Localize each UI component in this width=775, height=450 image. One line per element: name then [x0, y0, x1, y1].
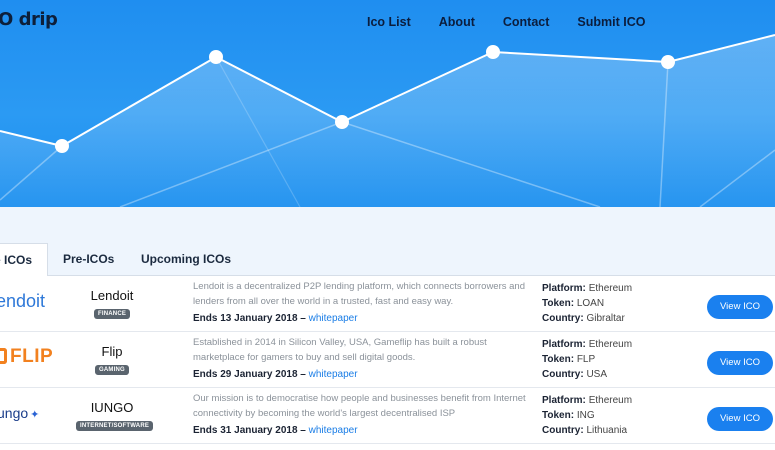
- ico-end-date: Ends 31 January 2018 – whitepaper: [193, 425, 358, 436]
- hero-line-graphic: [0, 34, 775, 207]
- ico-meta: Platform: Ethereum Token: ING Country: L…: [542, 395, 633, 436]
- ico-row-iungo: ungo ✦ IUNGO INTERNET/SOFTWARE Our missio…: [0, 388, 775, 444]
- whitepaper-link[interactable]: whitepaper: [309, 425, 358, 436]
- flip-logo: FLIP: [0, 346, 53, 368]
- hero-point: [486, 45, 500, 59]
- view-ico-button[interactable]: View ICO: [707, 295, 773, 319]
- tab-pre-icos[interactable]: Pre-ICOs: [63, 243, 126, 276]
- flip-hex-icon: [0, 348, 7, 364]
- ico-name: IUNGO: [90, 400, 134, 415]
- view-ico-button[interactable]: View ICO: [707, 407, 773, 431]
- iungo-logo: ungo ✦: [0, 405, 40, 421]
- ico-row-lendoit: endoit Lendoit FINANCE Lendoit is a dece…: [0, 276, 775, 332]
- ico-description: Our mission is to democratise how people…: [193, 393, 526, 419]
- ico-name: Flip: [101, 344, 123, 359]
- hero-point: [55, 139, 69, 153]
- hero-point: [335, 115, 349, 129]
- category-badge: INTERNET/SOFTWARE: [76, 421, 154, 431]
- ico-meta: Platform: Ethereum Token: LOAN Country: …: [542, 283, 633, 324]
- nav-about[interactable]: About: [439, 15, 475, 29]
- tab-upcoming-icos[interactable]: Upcoming ICOs: [141, 243, 231, 276]
- ico-meta: Platform: Ethereum Token: FLP Country: U…: [542, 339, 633, 380]
- ico-end-date: Ends 29 January 2018 – whitepaper: [193, 369, 358, 380]
- whitepaper-link[interactable]: whitepaper: [309, 313, 358, 324]
- hero-point: [209, 50, 223, 64]
- site-logo[interactable]: O drip: [0, 9, 58, 30]
- whitepaper-link[interactable]: whitepaper: [309, 369, 358, 380]
- lendoit-logo: endoit: [0, 291, 46, 311]
- main-nav: Ico List About Contact Submit ICO: [367, 15, 645, 29]
- nav-submit-ico[interactable]: Submit ICO: [577, 15, 645, 29]
- view-ico-button[interactable]: View ICO: [707, 351, 773, 375]
- ico-list: endoit Lendoit FINANCE Lendoit is a dece…: [0, 276, 775, 450]
- ico-description: Established in 2014 in Silicon Valley, U…: [193, 337, 487, 363]
- ico-description: Lendoit is a decentralized P2P lending p…: [193, 281, 525, 307]
- hero-banner: O drip Ico List About Contact Submit ICO: [0, 0, 775, 207]
- ico-name: Lendoit: [90, 288, 134, 303]
- ico-row-flip: FLIP Flip GAMING Established in 2014 in …: [0, 332, 775, 388]
- nav-contact[interactable]: Contact: [503, 15, 550, 29]
- ico-tabs: e ICOs Pre-ICOs Upcoming ICOs: [0, 243, 775, 277]
- tab-active-icos[interactable]: e ICOs: [0, 243, 48, 277]
- hero-point: [661, 55, 675, 69]
- category-badge: FINANCE: [94, 309, 131, 319]
- iungo-dots-icon: ✦: [30, 409, 40, 421]
- category-badge: GAMING: [95, 365, 129, 375]
- ico-end-date: Ends 13 January 2018 – whitepaper: [193, 313, 358, 324]
- nav-ico-list[interactable]: Ico List: [367, 15, 411, 29]
